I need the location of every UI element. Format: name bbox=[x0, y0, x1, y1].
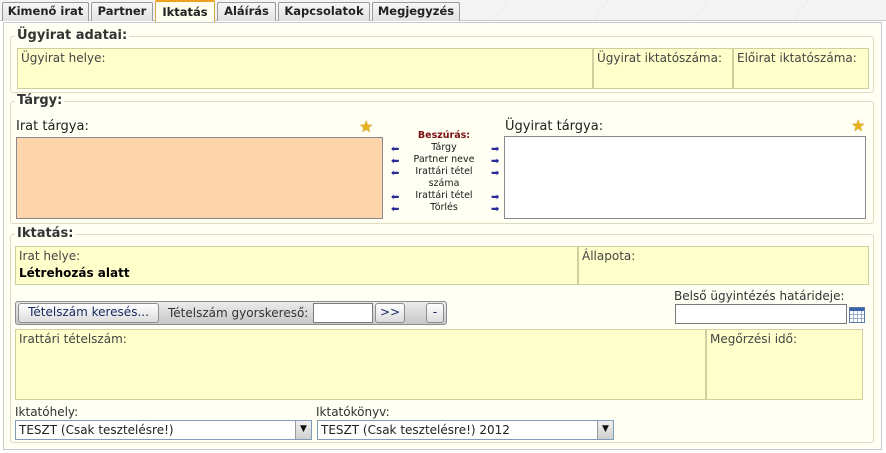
chevron-down-icon[interactable]: ▼ bbox=[597, 421, 613, 439]
megorzesi-ido-cell: Megőrzési idő: bbox=[706, 329, 863, 400]
arrow-right-icon[interactable]: ➡ bbox=[491, 145, 499, 155]
irattari-tetelszam-label: Irattári tételszám: bbox=[19, 332, 127, 346]
iktatokonyv-select[interactable]: TESZT (Csak tesztelésre!) 2012 ▼ bbox=[317, 420, 614, 440]
irat-targya-label: Irat tárgya: bbox=[16, 119, 89, 134]
irattari-tetelszam-cell: Irattári tételszám: bbox=[15, 329, 706, 400]
iktatohely-select[interactable]: TESZT (Csak tesztelésre!) ▼ bbox=[15, 420, 312, 440]
iktatokonyv-value: TESZT (Csak tesztelésre!) 2012 bbox=[321, 423, 510, 437]
arrow-left-icon[interactable]: ⬅ bbox=[391, 145, 399, 155]
beszuras-partner-neve[interactable]: Partner neve bbox=[404, 154, 484, 166]
allapota-label: Állapota: bbox=[582, 249, 636, 263]
beszuras-irattari-tetel[interactable]: Irattári tétel bbox=[404, 190, 484, 202]
iktatas-section: Iktatás: Irat helye: Létrehozás alatt Ál… bbox=[10, 226, 874, 443]
gyorskereso-clear-button[interactable]: - bbox=[426, 303, 444, 323]
star-icon[interactable]: ★ bbox=[359, 119, 373, 135]
hatarido-input[interactable] bbox=[675, 304, 847, 324]
iktatokonyv-label: Iktatókönyv: bbox=[316, 405, 390, 419]
megorzesi-ido-label: Megőrzési idő: bbox=[710, 332, 798, 346]
tetelszam-kereses-button[interactable]: Tételszám keresés... bbox=[18, 303, 159, 323]
arrow-left-icon[interactable]: ⬅ bbox=[391, 193, 399, 203]
ugyirat-helye-label: Ügyirat helye: bbox=[21, 51, 106, 65]
star-icon[interactable]: ★ bbox=[851, 118, 865, 134]
ugyirat-helye-cell: Ügyirat helye: bbox=[17, 48, 593, 89]
beszuras-targy[interactable]: Tárgy bbox=[404, 142, 484, 154]
beszuras-torles[interactable]: Törlés bbox=[404, 202, 484, 214]
tab-alairas[interactable]: Aláírás bbox=[217, 2, 276, 21]
targy-section: Tárgy: Irat tárgya: ★ Beszúrás: Tárgy Pa… bbox=[10, 93, 874, 224]
ugyirat-iktatoszama-label: Ügyirat iktatószáma: bbox=[597, 51, 723, 65]
tab-megjegyzes[interactable]: Megjegyzés bbox=[372, 2, 460, 21]
arrow-left-icon[interactable]: ⬅ bbox=[391, 169, 399, 179]
tab-bar: Kimenő irat Partner Iktatás Aláírás Kapc… bbox=[0, 0, 886, 22]
tab-iktatas[interactable]: Iktatás bbox=[155, 0, 215, 22]
iktatohely-value: TESZT (Csak tesztelésre!) bbox=[19, 423, 174, 437]
irat-helye-value: Létrehozás alatt bbox=[19, 266, 130, 280]
iktatohely-label: Iktatóhely: bbox=[15, 405, 79, 419]
tab-kapcsolatok[interactable]: Kapcsolatok bbox=[278, 2, 370, 21]
eloirat-iktatoszama-label: Előirat iktatószáma: bbox=[737, 51, 857, 65]
tabbar-decoration bbox=[792, 0, 848, 21]
arrow-left-icon[interactable]: ⬅ bbox=[391, 157, 399, 167]
tetelszam-toolbar: Tételszám keresés... Tételszám gyorskere… bbox=[15, 301, 447, 325]
arrow-right-icon[interactable]: ➡ bbox=[491, 205, 499, 215]
arrow-right-icon[interactable]: ➡ bbox=[491, 157, 499, 167]
ugyirat-iktatoszama-cell: Ügyirat iktatószáma: bbox=[593, 48, 733, 89]
tabbar-decoration bbox=[692, 0, 748, 21]
irat-targya-textarea[interactable] bbox=[16, 137, 383, 219]
allapota-cell: Állapota: bbox=[578, 246, 869, 285]
chevron-down-icon[interactable]: ▼ bbox=[295, 421, 311, 439]
eloirat-iktatoszama-cell: Előirat iktatószáma: bbox=[733, 48, 869, 89]
calendar-icon[interactable] bbox=[849, 307, 865, 323]
arrow-right-icon[interactable]: ➡ bbox=[491, 169, 499, 179]
tab-partner[interactable]: Partner bbox=[91, 2, 153, 21]
tabbar-decoration bbox=[492, 0, 548, 21]
beszuras-panel: Beszúrás: Tárgy Partner neve Irattári té… bbox=[404, 130, 484, 214]
tetelszam-gyorskereso-label: Tételszám gyorskereső: bbox=[168, 306, 309, 320]
tabbar-decoration bbox=[592, 0, 648, 21]
ugyirat-targya-label: Ügyirat tárgya: bbox=[505, 119, 604, 134]
ugyirat-adatai-section: Ügyirat adatai: Ügyirat helye: Ügyirat i… bbox=[10, 28, 874, 93]
irat-helye-label: Irat helye: bbox=[19, 249, 81, 263]
iktatas-legend: Iktatás: bbox=[15, 226, 76, 242]
tetelszam-gyorskereso-input[interactable] bbox=[313, 303, 373, 323]
tab-kimeno-irat[interactable]: Kimenő irat bbox=[2, 2, 89, 21]
beszuras-irattari-tetel-szama[interactable]: Irattári tétel száma bbox=[404, 166, 484, 190]
beszuras-title: Beszúrás: bbox=[417, 130, 471, 141]
ugyirat-adatai-legend: Ügyirat adatai: bbox=[15, 28, 130, 44]
iktatas-panel: Ügyirat adatai: Ügyirat helye: Ügyirat i… bbox=[3, 22, 882, 450]
ugyirat-targya-textarea[interactable] bbox=[504, 136, 866, 219]
irat-helye-cell: Irat helye: Létrehozás alatt bbox=[15, 246, 578, 285]
arrow-left-icon[interactable]: ⬅ bbox=[391, 205, 399, 215]
gyorskereso-go-button[interactable]: >> bbox=[375, 303, 405, 323]
hatarido-label: Belső ügyintézés határideje: bbox=[674, 289, 845, 303]
targy-legend: Tárgy: bbox=[15, 93, 65, 109]
arrow-right-icon[interactable]: ➡ bbox=[491, 193, 499, 203]
